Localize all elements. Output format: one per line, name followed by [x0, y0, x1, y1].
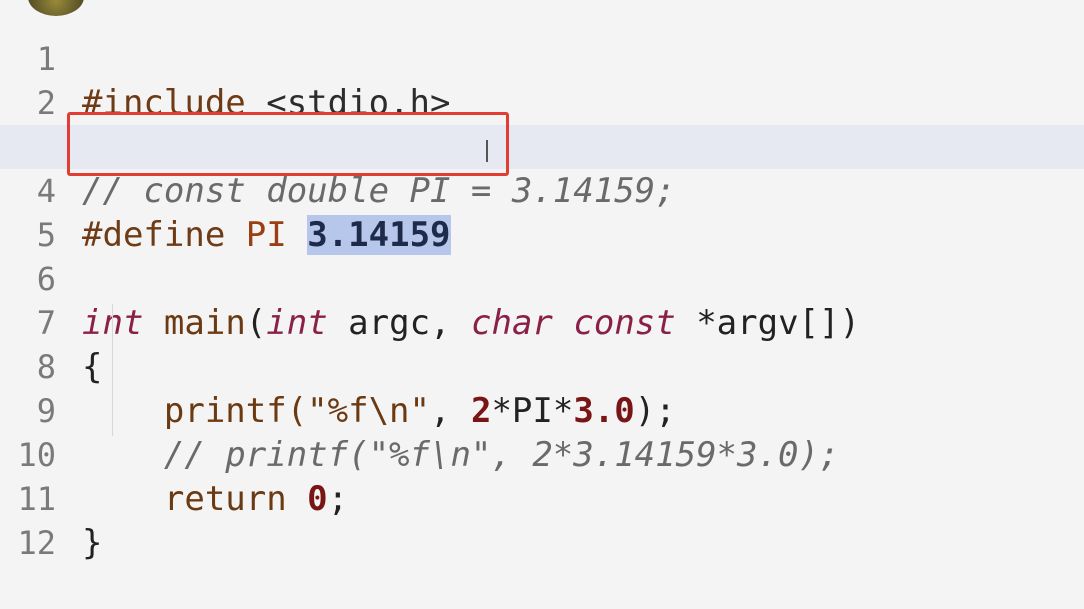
code-line-6[interactable]: 6 int main(int argc, char const *argv[]) [0, 213, 1084, 343]
text-cursor [486, 140, 488, 162]
code-line-2[interactable]: 2 [0, 37, 1084, 122]
annotation-highlight-box [67, 112, 509, 176]
code-editor[interactable]: 1 #include <stdio.h> 2 3 // const double… [0, 0, 1084, 563]
code-line-9[interactable]: 9 // printf("%f\n", 2*3.14159*3.0); [0, 345, 1084, 475]
line-number: 12 [17, 524, 56, 562]
code-line-1[interactable]: 1 #include <stdio.h> [0, 0, 1084, 123]
code-line-10[interactable]: 10 return 0; [0, 389, 1084, 519]
code-line-8[interactable]: 8 printf("%f\n", 2*PI*3.0); [0, 301, 1084, 431]
code-line-12[interactable]: 12 [0, 477, 1084, 562]
code-line-7[interactable]: 7 { [0, 257, 1084, 387]
indent-guide [112, 304, 113, 436]
code-line-11[interactable]: 11 } [0, 433, 1084, 563]
